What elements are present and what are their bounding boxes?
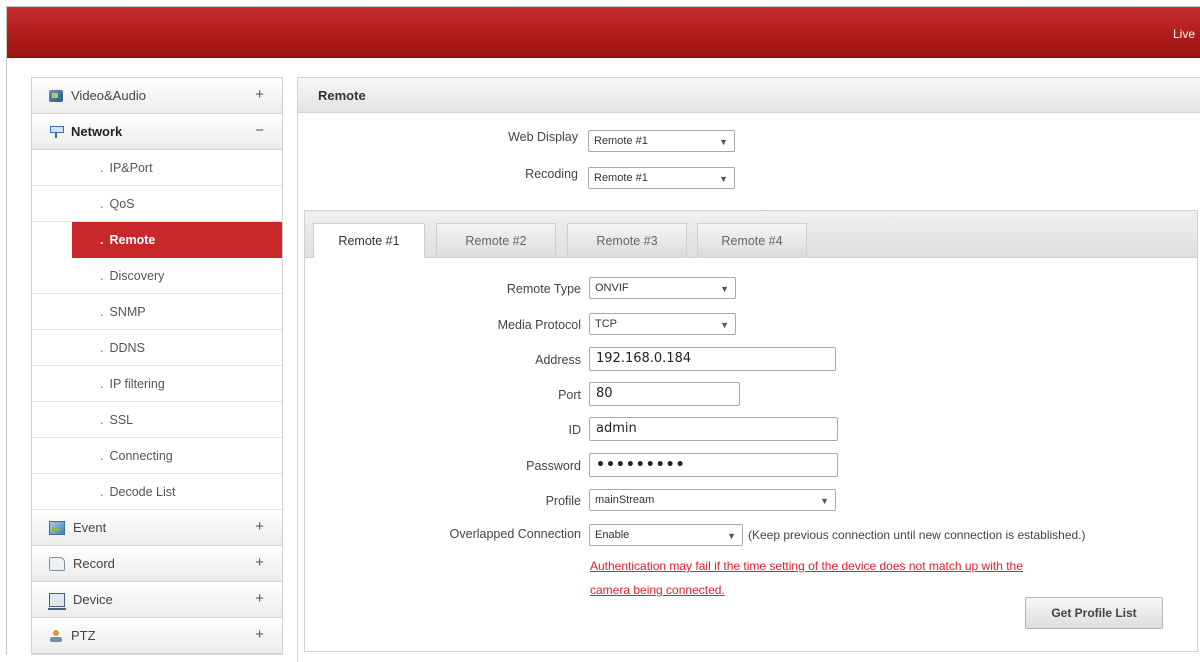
tab-remote-3[interactable]: Remote #3 bbox=[567, 223, 687, 257]
auth-warning-line1: Authentication may fail if the time sett… bbox=[590, 559, 1023, 573]
sidebar-item-snmp[interactable]: . SNMP bbox=[32, 294, 282, 330]
web-display-label: Web Display bbox=[508, 130, 578, 144]
sidebar-item-discovery[interactable]: . Discovery bbox=[32, 258, 282, 294]
recoding-label: Recoding bbox=[525, 167, 578, 181]
menu-video-audio[interactable]: Video&Audio + bbox=[32, 78, 282, 114]
chevron-down-icon: ▼ bbox=[727, 531, 736, 541]
device-icon bbox=[48, 592, 66, 610]
expand-icon[interactable]: + bbox=[255, 518, 264, 535]
tab-remote-4[interactable]: Remote #4 bbox=[697, 223, 807, 257]
page-title: Remote bbox=[298, 78, 1200, 113]
port-label: Port bbox=[558, 388, 581, 402]
sidebar-item-decode-list[interactable]: . Decode List bbox=[32, 474, 282, 510]
remote-type-select[interactable]: ONVIF ▼ bbox=[589, 277, 736, 299]
chevron-down-icon: ▼ bbox=[719, 174, 728, 184]
web-display-select[interactable]: Remote #1 ▼ bbox=[588, 130, 735, 152]
id-label: ID bbox=[568, 423, 582, 437]
password-input[interactable]: ••••••••• bbox=[589, 453, 838, 477]
sidebar: Video&Audio + Network − . IP&Port . QoS .R… bbox=[31, 77, 283, 655]
get-profile-list-button[interactable]: Get Profile List bbox=[1025, 597, 1163, 629]
expand-icon[interactable]: + bbox=[255, 590, 264, 607]
chevron-down-icon: ▼ bbox=[719, 137, 728, 147]
network-icon bbox=[49, 125, 64, 138]
profile-label: Profile bbox=[545, 494, 581, 508]
media-protocol-label: Media Protocol bbox=[497, 318, 581, 332]
sidebar-item-connecting[interactable]: . Connecting bbox=[32, 438, 282, 474]
menu-device[interactable]: Device + bbox=[32, 582, 282, 618]
event-icon bbox=[49, 520, 65, 535]
overlapped-note: (Keep previous connection until new conn… bbox=[748, 528, 1086, 542]
app-frame: Live Video&Audio + Network − . IP&Port .Q… bbox=[6, 6, 1200, 662]
tab-remote-2[interactable]: Remote #2 bbox=[436, 223, 556, 257]
tab-strip: Remote #1 Remote #2 Remote #3 Remote #4 bbox=[305, 211, 1197, 258]
sidebar-item-ip-port[interactable]: . IP&Port bbox=[32, 150, 282, 186]
id-input[interactable]: admin bbox=[589, 417, 838, 441]
expand-icon[interactable]: + bbox=[255, 626, 264, 643]
address-label: Address bbox=[535, 353, 581, 367]
media-protocol-select[interactable]: TCP ▼ bbox=[589, 313, 736, 335]
sidebar-item-remote[interactable]: . Remote bbox=[72, 222, 282, 258]
chevron-down-icon: ▼ bbox=[720, 320, 729, 330]
menu-label: Network bbox=[71, 124, 123, 139]
remote-settings-box: Remote #1 Remote #2 Remote #3 Remote #4 … bbox=[304, 210, 1198, 652]
chevron-down-icon: ▼ bbox=[820, 496, 829, 506]
menu-label: Video&Audio bbox=[71, 88, 146, 103]
menu-label: Record bbox=[73, 556, 115, 571]
menu-label: Device bbox=[73, 592, 113, 607]
menu-record[interactable]: Record + bbox=[32, 546, 282, 582]
tab-remote-1[interactable]: Remote #1 bbox=[313, 223, 425, 258]
menu-label: Event bbox=[73, 520, 107, 535]
expand-icon[interactable]: + bbox=[255, 86, 264, 103]
video-audio-icon bbox=[49, 89, 63, 102]
sidebar-item-ssl[interactable]: . SSL bbox=[32, 402, 282, 438]
expand-icon[interactable]: + bbox=[255, 554, 264, 571]
menu-event[interactable]: Event + bbox=[32, 510, 282, 546]
profile-select[interactable]: mainStream ▼ bbox=[589, 489, 836, 511]
sidebar-item-ddns[interactable]: . DDNS bbox=[32, 330, 282, 366]
overlapped-connection-label: Overlapped Connection bbox=[449, 527, 581, 541]
sidebar-item-ip-filtering[interactable]: . IP filtering bbox=[32, 366, 282, 402]
sidebar-item-qos[interactable]: . QoS bbox=[32, 186, 282, 222]
collapse-icon[interactable]: − bbox=[255, 122, 264, 139]
record-icon bbox=[49, 556, 65, 571]
recoding-select[interactable]: Remote #1 ▼ bbox=[588, 167, 735, 189]
chevron-down-icon: ▼ bbox=[720, 284, 729, 294]
top-bar: Live bbox=[7, 7, 1200, 58]
auth-warning-line2: camera being connected. bbox=[590, 583, 725, 597]
address-input[interactable]: 192.168.0.184 bbox=[589, 347, 836, 371]
remote-panel: Remote Web Display Remote #1 ▼ Recoding R… bbox=[297, 77, 1200, 662]
remote-type-label: Remote Type bbox=[506, 282, 581, 296]
menu-label: PTZ bbox=[71, 628, 96, 643]
overlapped-connection-select[interactable]: Enable ▼ bbox=[589, 524, 743, 546]
menu-ptz[interactable]: PTZ + bbox=[32, 618, 282, 654]
password-label: Password bbox=[526, 459, 581, 473]
menu-network[interactable]: Network − bbox=[32, 114, 282, 150]
port-input[interactable]: 80 bbox=[589, 382, 740, 406]
ptz-icon bbox=[49, 629, 63, 642]
live-link[interactable]: Live bbox=[1173, 27, 1195, 41]
